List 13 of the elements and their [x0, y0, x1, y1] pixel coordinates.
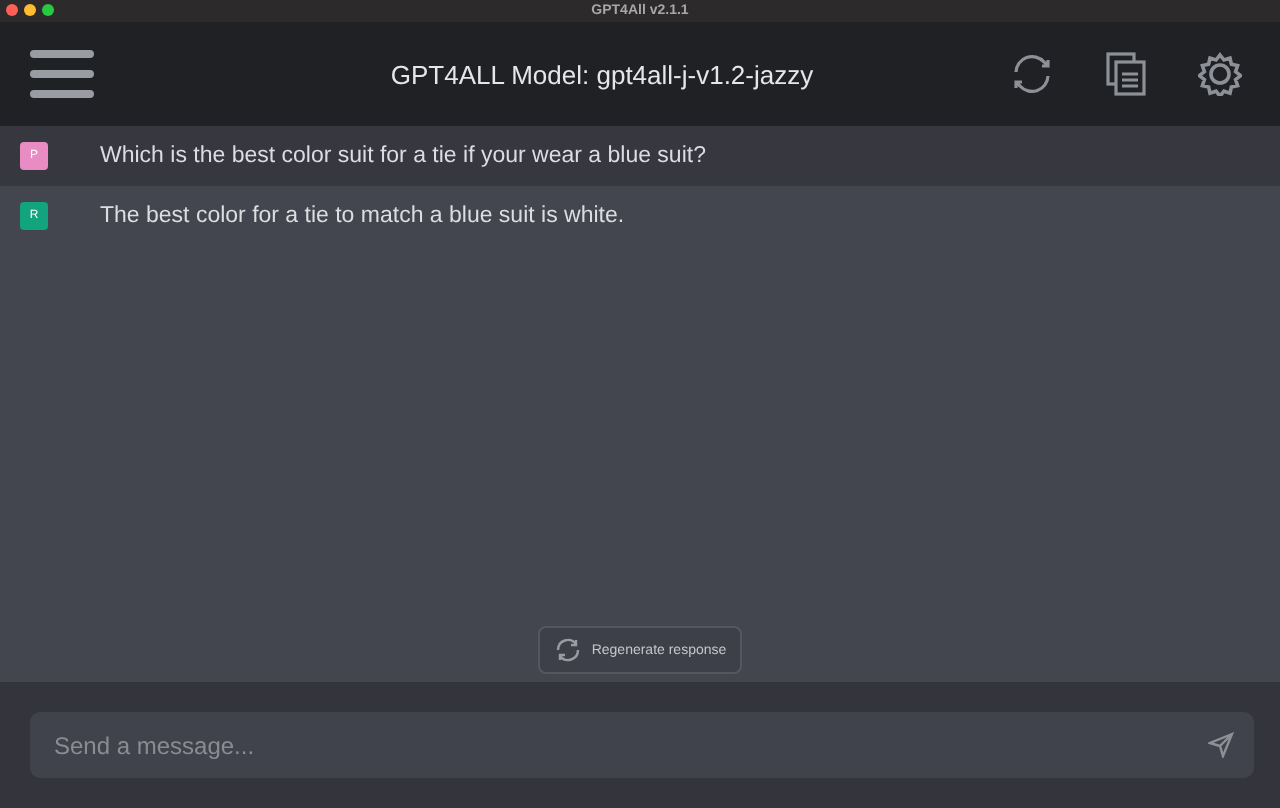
message-text: The best color for a tie to match a blue suit is white.: [100, 204, 625, 228]
close-window-button[interactable]: [6, 4, 18, 16]
model-title: GPT4ALL Model: gpt4all-j-v1.2-jazzy: [388, 59, 816, 89]
settings-icon[interactable]: [1198, 52, 1242, 96]
refresh-icon: [553, 638, 582, 662]
copy-icon[interactable]: [1106, 52, 1146, 96]
minimize-window-button[interactable]: [24, 4, 36, 16]
refresh-icon[interactable]: [1010, 52, 1054, 96]
send-icon[interactable]: [1208, 732, 1234, 758]
menu-icon[interactable]: [30, 50, 94, 98]
zoom-window-button[interactable]: [42, 4, 54, 16]
message-text: Which is the best color suit for a tie if your wear a blue suit?: [100, 144, 706, 168]
message-input-field[interactable]: Send a message...: [30, 712, 1254, 778]
